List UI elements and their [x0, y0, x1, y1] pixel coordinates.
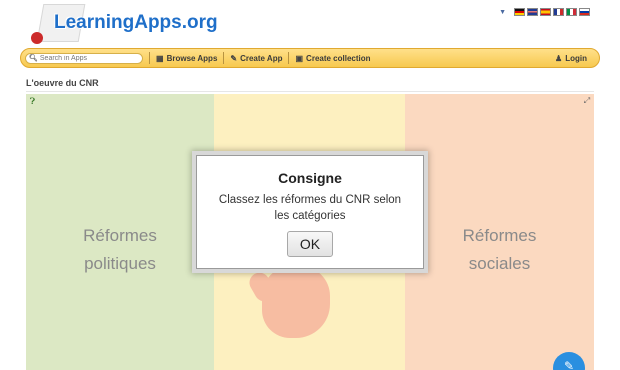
help-icon[interactable]: ❓︎ [27, 96, 38, 107]
dialog-title: Consigne [278, 170, 342, 186]
dropdown-caret-icon[interactable]: ▼ [499, 9, 506, 16]
spanish-flag-icon[interactable] [540, 8, 551, 16]
nav-divider [149, 52, 150, 64]
search-input[interactable] [39, 53, 140, 63]
logo-text: LearningApps.org [54, 12, 218, 33]
browse-apps-label: Browse Apps [166, 53, 218, 63]
russian-flag-icon[interactable] [579, 8, 590, 16]
french-flag-icon[interactable] [553, 8, 564, 16]
create-collection-link[interactable]: ▣ Create collection [295, 54, 370, 63]
german-flag-icon[interactable] [514, 8, 525, 16]
fullscreen-icon[interactable]: ⤢ [582, 96, 592, 106]
pencil-icon: ✎ [230, 53, 238, 63]
italian-flag-icon[interactable] [566, 8, 577, 16]
page-title: L'oeuvre du CNR [26, 78, 99, 88]
login-link[interactable]: ♟ Login [555, 54, 587, 63]
language-selector[interactable]: ▼ [499, 7, 590, 17]
instruction-dialog: Consigne Classez les réformes du CNR sel… [196, 155, 424, 269]
category-column-sociales[interactable]: Réformes sociales [405, 94, 594, 370]
login-label: Login [565, 53, 587, 63]
apple-icon [31, 32, 43, 44]
grid-icon: ▦ [156, 53, 164, 63]
dialog-text: Classez les réformes du CNR selon les ca… [218, 194, 402, 222]
hand-icon [262, 266, 330, 338]
search-icon[interactable]: 🔍︎ [29, 54, 38, 62]
uk-flag-icon[interactable] [527, 8, 538, 16]
nav-divider [223, 52, 225, 64]
category-label-sociales: Réformes sociales [462, 226, 537, 273]
nav-divider [288, 52, 290, 64]
user-icon: ♟ [555, 53, 563, 63]
browse-apps-link[interactable]: ▦ Browse Apps [156, 54, 217, 63]
create-app-label: Create App [240, 53, 283, 63]
category-column-politiques[interactable]: Réformes politiques [26, 94, 214, 370]
category-label-politiques: Réformes politiques [83, 226, 157, 273]
ok-button[interactable]: OK [287, 231, 333, 257]
title-divider [26, 91, 594, 92]
create-collection-label: Create collection [306, 53, 371, 63]
nav-bar: 🔍︎ ▦ Browse Apps ✎ Create App ▣ Create c… [20, 48, 600, 68]
app-canvas[interactable]: Réformes politiques Réformes sociales ❓︎… [26, 94, 594, 370]
search-box: 🔍︎ [25, 52, 143, 64]
collection-icon: ▣ [295, 53, 304, 63]
logo[interactable]: LearningApps.org [26, 0, 226, 52]
create-app-link[interactable]: ✎ Create App [230, 54, 282, 63]
